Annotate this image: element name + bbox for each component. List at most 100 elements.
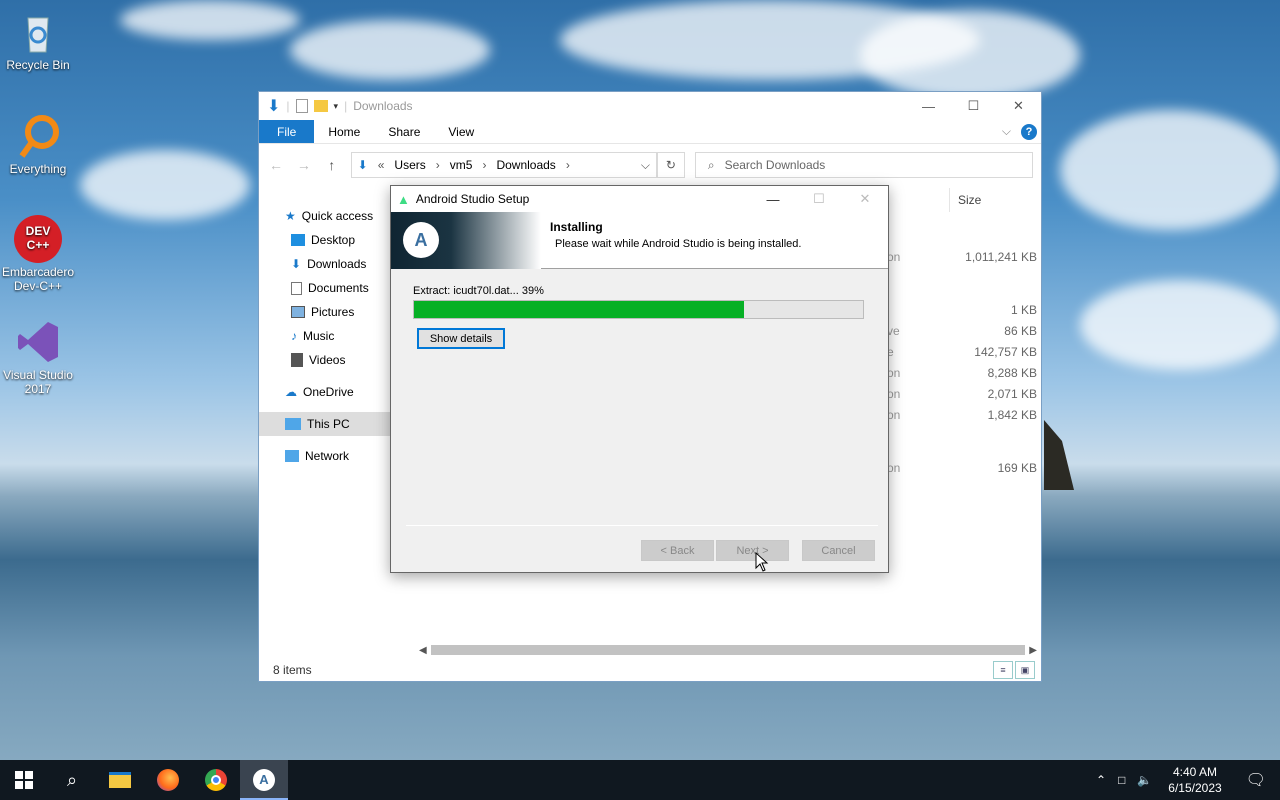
nav-desktop[interactable]: Desktop xyxy=(259,228,391,252)
star-icon: ★ xyxy=(285,209,296,223)
pictures-icon xyxy=(291,306,305,318)
volume-muted-icon[interactable]: 🔈 xyxy=(1131,773,1158,787)
next-button[interactable]: Next > xyxy=(716,540,789,561)
nav-quick-access[interactable]: ★ Quick access xyxy=(259,204,391,228)
large-icons-view-icon[interactable]: ▣ xyxy=(1015,661,1035,679)
download-icon: ⬇ xyxy=(291,257,302,271)
cloud-icon: ☁ xyxy=(285,385,297,399)
horizontal-scrollbar[interactable]: ◀ ▶ xyxy=(419,642,1037,658)
setup-minimize-button[interactable]: — xyxy=(750,186,796,212)
header-banner: A xyxy=(391,212,541,269)
taskbar-chrome[interactable] xyxy=(192,760,240,800)
address-dropdown-icon[interactable]: ⌵ xyxy=(641,158,650,173)
back-arrow-icon[interactable]: ← xyxy=(267,157,285,173)
install-progress-bar xyxy=(413,300,864,319)
setup-titlebar[interactable]: ▲ Android Studio Setup — ☐ ✕ xyxy=(391,186,888,212)
clock-date: 6/15/2023 xyxy=(1168,781,1222,795)
details-view-icon[interactable]: ≡ xyxy=(993,661,1013,679)
search-icon: ⌕ xyxy=(66,769,78,790)
everything-icon xyxy=(14,112,62,160)
visual-studio-icon xyxy=(14,318,62,366)
file-row[interactable]: on 8,288 KB xyxy=(887,362,1037,383)
network-status-icon[interactable]: □ xyxy=(1112,773,1131,787)
system-clock[interactable]: 4:40 AM 6/15/2023 xyxy=(1158,764,1231,796)
new-folder-icon[interactable] xyxy=(313,100,328,112)
chrome-icon xyxy=(205,769,227,791)
nav-documents[interactable]: Documents xyxy=(259,276,391,300)
tab-home[interactable]: Home xyxy=(314,120,374,143)
file-row[interactable]: on 2,071 KB xyxy=(887,383,1037,404)
progress-fill xyxy=(414,301,744,318)
nav-videos[interactable]: Videos xyxy=(259,348,391,372)
desktop-icon-label: Everything xyxy=(9,162,67,176)
show-details-button[interactable]: Show details xyxy=(417,328,505,349)
tab-share[interactable]: Share xyxy=(374,120,434,143)
help-button[interactable]: ? xyxy=(1017,120,1041,143)
desktop-icon-recycle-bin[interactable]: Recycle Bin xyxy=(0,8,76,72)
tab-file[interactable]: File xyxy=(259,120,315,143)
start-button[interactable] xyxy=(0,760,48,800)
nav-network[interactable]: Network xyxy=(259,444,391,468)
expand-ribbon-icon[interactable]: ⌵ xyxy=(996,120,1017,143)
android-studio-setup-dialog[interactable]: ▲ Android Studio Setup — ☐ ✕ A Installin… xyxy=(390,185,889,573)
breadcrumb-users[interactable]: Users xyxy=(394,158,425,172)
nav-music[interactable]: ♪ Music xyxy=(259,324,391,348)
search-icon: ⌕ xyxy=(707,157,715,172)
scroll-left-icon[interactable]: ◀ xyxy=(419,645,427,656)
desktop-icon-devcpp[interactable]: DEV C++ Embarcadero Dev-C++ xyxy=(0,215,76,293)
nav-pictures[interactable]: Pictures xyxy=(259,300,391,324)
file-row[interactable]: on 169 KB xyxy=(887,457,1037,478)
file-row[interactable]: on 1,011,241 KB xyxy=(887,246,1037,267)
column-header-size[interactable]: Size xyxy=(949,188,1035,212)
search-placeholder: Search Downloads xyxy=(724,158,826,172)
setup-close-button: ✕ xyxy=(859,191,871,206)
nav-downloads[interactable]: ⬇ Downloads xyxy=(259,252,391,276)
status-bar-item-count: 8 items xyxy=(273,663,312,677)
clock-time: 4:40 AM xyxy=(1172,765,1217,779)
up-arrow-icon[interactable]: ↑ xyxy=(323,157,341,173)
file-row[interactable]: e 142,757 KB xyxy=(887,341,1037,362)
properties-icon[interactable] xyxy=(295,99,308,113)
scroll-right-icon[interactable]: ▶ xyxy=(1029,645,1037,656)
back-button[interactable]: < Back xyxy=(641,540,714,561)
desktop-icon-everything[interactable]: Everything xyxy=(0,112,76,176)
computer-icon xyxy=(285,418,301,430)
network-icon xyxy=(285,450,299,462)
close-button[interactable]: ✕ xyxy=(996,92,1041,120)
taskbar-file-explorer[interactable] xyxy=(96,760,144,800)
maximize-button[interactable]: ☐ xyxy=(951,92,996,120)
header-title: Installing xyxy=(550,220,603,234)
file-row[interactable]: ve 86 KB xyxy=(887,320,1037,341)
file-row[interactable]: on 1,842 KB xyxy=(887,404,1037,425)
cancel-button[interactable]: Cancel xyxy=(802,540,875,561)
tab-view[interactable]: View xyxy=(434,120,488,143)
breadcrumb-downloads[interactable]: Downloads xyxy=(496,158,555,172)
search-button[interactable]: ⌕ xyxy=(48,760,96,800)
nav-onedrive[interactable]: ☁ OneDrive xyxy=(259,380,391,404)
android-studio-logo-icon: A xyxy=(403,222,439,258)
desktop-icon-label: Recycle Bin xyxy=(6,58,70,72)
forward-arrow-icon[interactable]: → xyxy=(295,157,313,173)
scrollbar-thumb[interactable] xyxy=(430,645,1026,655)
header-subtitle: Please wait while Android Studio is bein… xyxy=(555,238,802,250)
taskbar-android-studio[interactable]: A xyxy=(240,760,288,800)
nav-this-pc[interactable]: This PC xyxy=(259,412,391,436)
refresh-button[interactable]: ↻ xyxy=(656,152,685,178)
taskbar: ⌕ A ⌃ □ 🔈 4:40 AM 6/15/2023 🗨 xyxy=(0,760,1280,800)
folder-icon xyxy=(109,772,131,788)
address-bar[interactable]: ⬇ « Users › vm5 › Downloads › ⌵ xyxy=(350,152,657,178)
file-row[interactable]: 1 KB xyxy=(887,299,1037,320)
show-hidden-icons-icon[interactable]: ⌃ xyxy=(1090,773,1112,787)
extract-status: Extract: icudt70l.dat... 39% xyxy=(413,285,544,297)
breadcrumb-vm5[interactable]: vm5 xyxy=(450,158,473,172)
desktop-icon xyxy=(291,234,305,246)
action-center-icon[interactable]: 🗨 xyxy=(1232,770,1280,790)
setup-maximize-button: ☐ xyxy=(813,191,825,206)
taskbar-firefox[interactable] xyxy=(144,760,192,800)
desktop-icon-visual-studio[interactable]: Visual Studio 2017 xyxy=(0,318,76,396)
explorer-titlebar[interactable]: ⬇ | ▾ | Downloads — ☐ ✕ xyxy=(259,92,1041,120)
ribbon-tabs: File Home Share View ⌵ ? xyxy=(259,120,1041,144)
customize-qat-icon[interactable]: ▾ xyxy=(334,101,339,112)
minimize-button[interactable]: — xyxy=(906,92,951,120)
search-input[interactable]: ⌕ Search Downloads xyxy=(694,152,1033,178)
